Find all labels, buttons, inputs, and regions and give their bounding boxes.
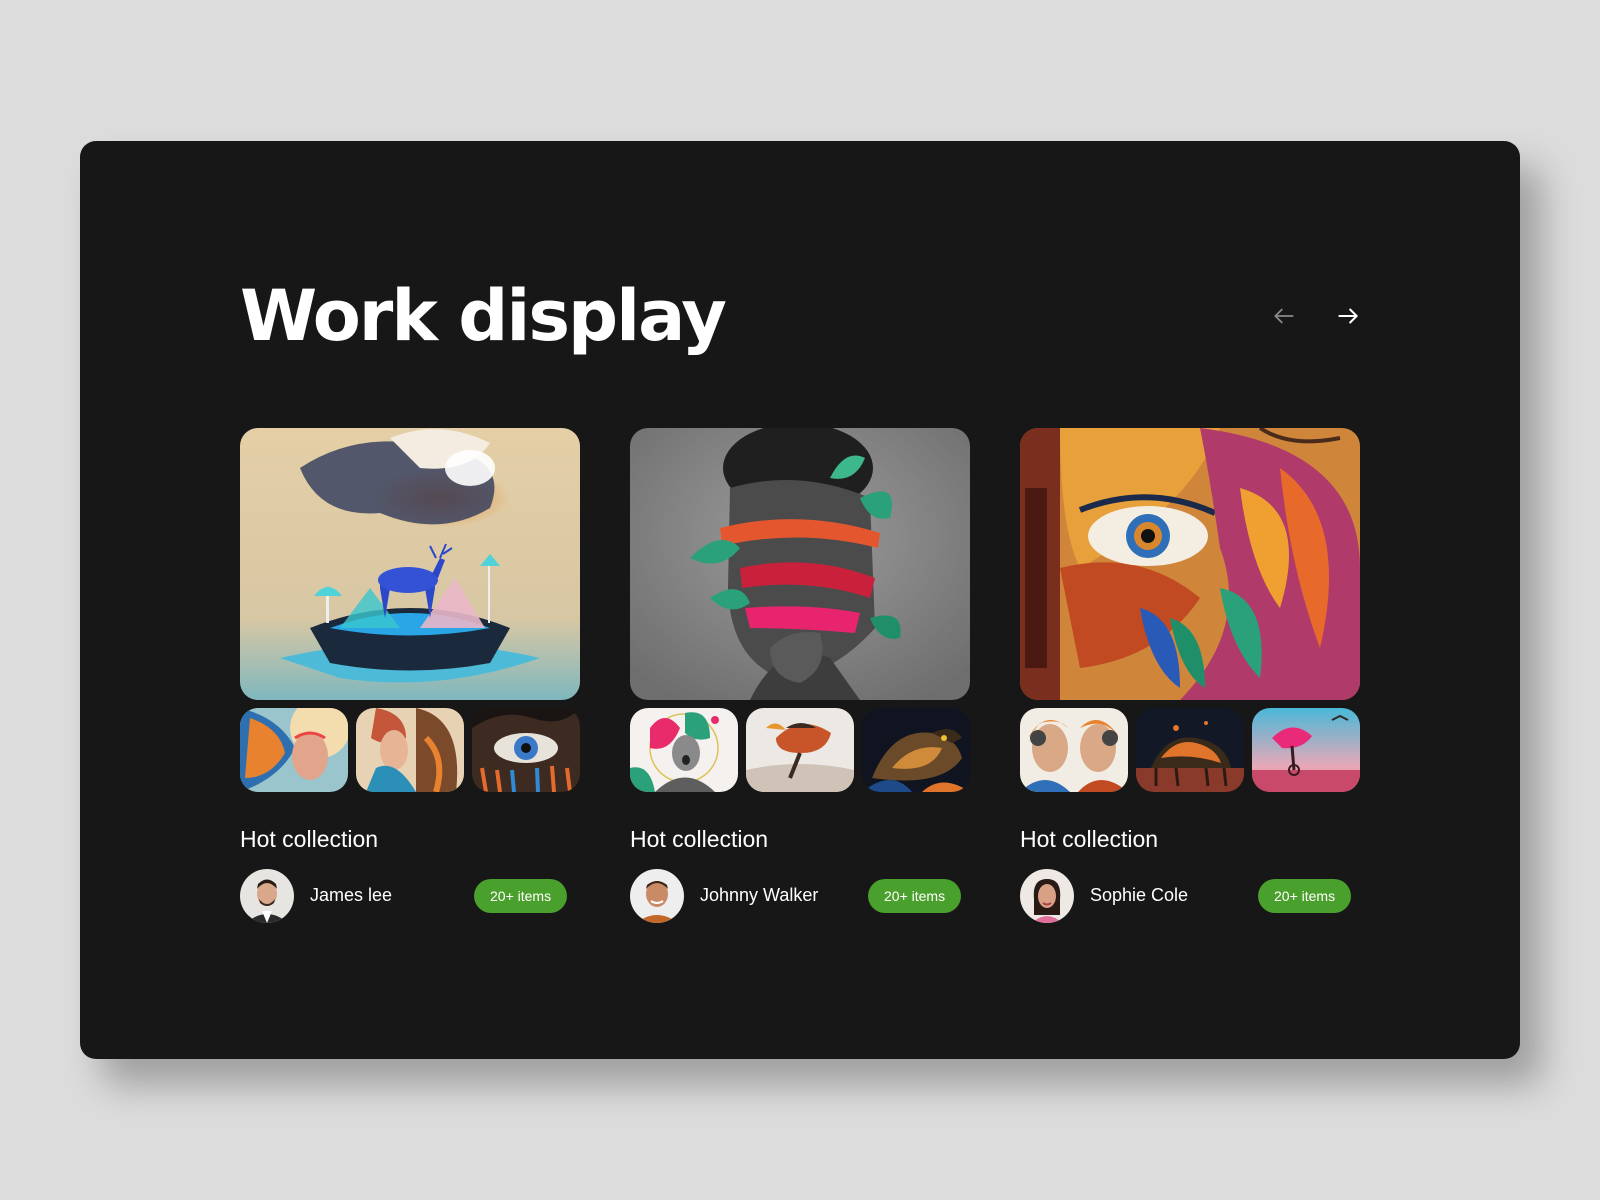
collection-cover-image[interactable] [630,428,970,700]
items-count-badge[interactable]: 20+ items [868,878,962,913]
avatar[interactable] [240,868,294,923]
collection-thumbnail[interactable] [862,708,970,792]
carousel-next-button[interactable] [1328,296,1368,336]
collection-meta: Johnny Walker 20+ items [630,868,970,923]
carousel-prev-button[interactable] [1264,296,1304,336]
page-title: Work display [240,275,727,357]
author-name[interactable]: James lee [310,885,392,906]
collection-thumbnail[interactable] [472,708,580,792]
collection-cover-image[interactable] [240,428,580,700]
collection-card[interactable]: Hot collection Johnny Walker 20+ items [630,428,970,923]
arrow-right-icon [1338,308,1358,324]
collection-thumbnail[interactable] [746,708,854,792]
collection-meta: Sophie Cole 20+ items [1020,868,1360,923]
avatar[interactable] [1020,868,1074,923]
items-count-badge[interactable]: 20+ items [1258,878,1352,913]
avatar[interactable] [630,868,684,923]
author-name[interactable]: Johnny Walker [700,885,818,906]
collection-thumbnail[interactable] [240,708,348,792]
collection-card[interactable]: Hot collection James lee 20+ items [240,428,580,923]
collection-thumbnail[interactable] [630,708,738,792]
collection-title: Hot collection [630,826,769,852]
collection-thumbnail[interactable] [356,708,464,792]
collection-thumbnail[interactable] [1252,708,1360,792]
collection-cover-image[interactable] [1020,428,1360,700]
collection-meta: James lee 20+ items [240,868,580,923]
arrow-left-icon [1274,308,1294,324]
collection-card[interactable]: Hot collection Sophie Cole 20+ items [1020,428,1360,923]
collection-title: Hot collection [1020,826,1159,852]
collection-thumbnail[interactable] [1020,708,1128,792]
collection-title: Hot collection [240,826,379,852]
collection-thumbnail[interactable] [1136,708,1244,792]
work-display-panel: Work display Hot collection James lee 20… [80,141,1520,1059]
items-count-badge[interactable]: 20+ items [474,878,568,913]
author-name[interactable]: Sophie Cole [1090,885,1188,906]
